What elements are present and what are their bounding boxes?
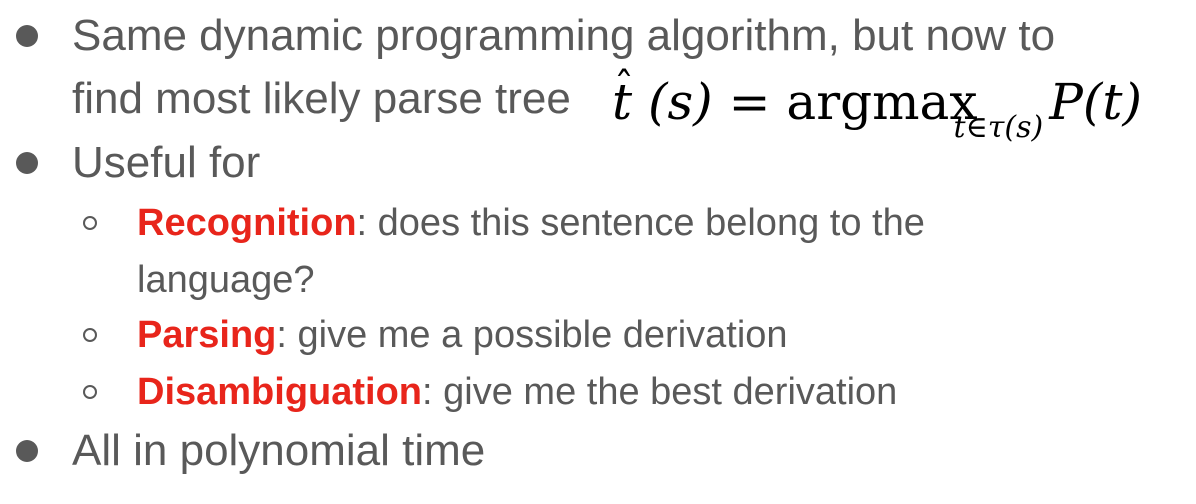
sub-bullet-circle xyxy=(83,385,97,399)
bullet-text-1: Same dynamic programming algorithm, but … xyxy=(72,11,1056,60)
bullet-dot xyxy=(16,152,38,174)
formula-subscript: t∈τ(s) xyxy=(953,110,1044,145)
bullet-text-1-continued: find most likely parse tree xyxy=(72,74,571,123)
sub-bullet-text: : give me the best derivation xyxy=(422,371,898,413)
sub-bullet-recognition-continued: language? xyxy=(137,259,315,301)
term-recognition: Recognition xyxy=(137,202,357,244)
sub-bullet-text: : does this sentence belong to the xyxy=(356,202,925,244)
bullet-dot xyxy=(16,440,38,462)
bullet-dot xyxy=(16,25,38,47)
sub-bullet-parsing: Parsing: give me a possible derivation xyxy=(137,312,788,358)
formula-equals: = xyxy=(728,73,771,131)
bullet-text-3: All in polynomial time xyxy=(72,426,486,475)
formula-lhs-arg: (s) xyxy=(648,73,713,131)
slide: Same dynamic programming algorithm, but … xyxy=(0,0,1196,504)
sub-bullet-circle xyxy=(83,328,97,342)
sub-bullet-text: : give me a possible derivation xyxy=(276,314,788,356)
sub-bullet-circle xyxy=(83,216,97,230)
formula-rhs: P(t) xyxy=(1049,73,1142,131)
sub-bullet-recognition: Recognition: does this sentence belong t… xyxy=(137,200,925,246)
term-parsing: Parsing xyxy=(137,314,277,356)
term-disambiguation: Disambiguation xyxy=(137,371,423,413)
formula-t-hat: t xyxy=(612,58,634,132)
sub-bullet-disambiguation: Disambiguation: give me the best derivat… xyxy=(137,369,897,415)
argmax-formula: t (s) = argmaxt∈τ(s)P(t) xyxy=(612,58,1142,145)
formula-operator: argmax xyxy=(786,73,978,131)
bullet-text-2: Useful for xyxy=(72,138,261,187)
